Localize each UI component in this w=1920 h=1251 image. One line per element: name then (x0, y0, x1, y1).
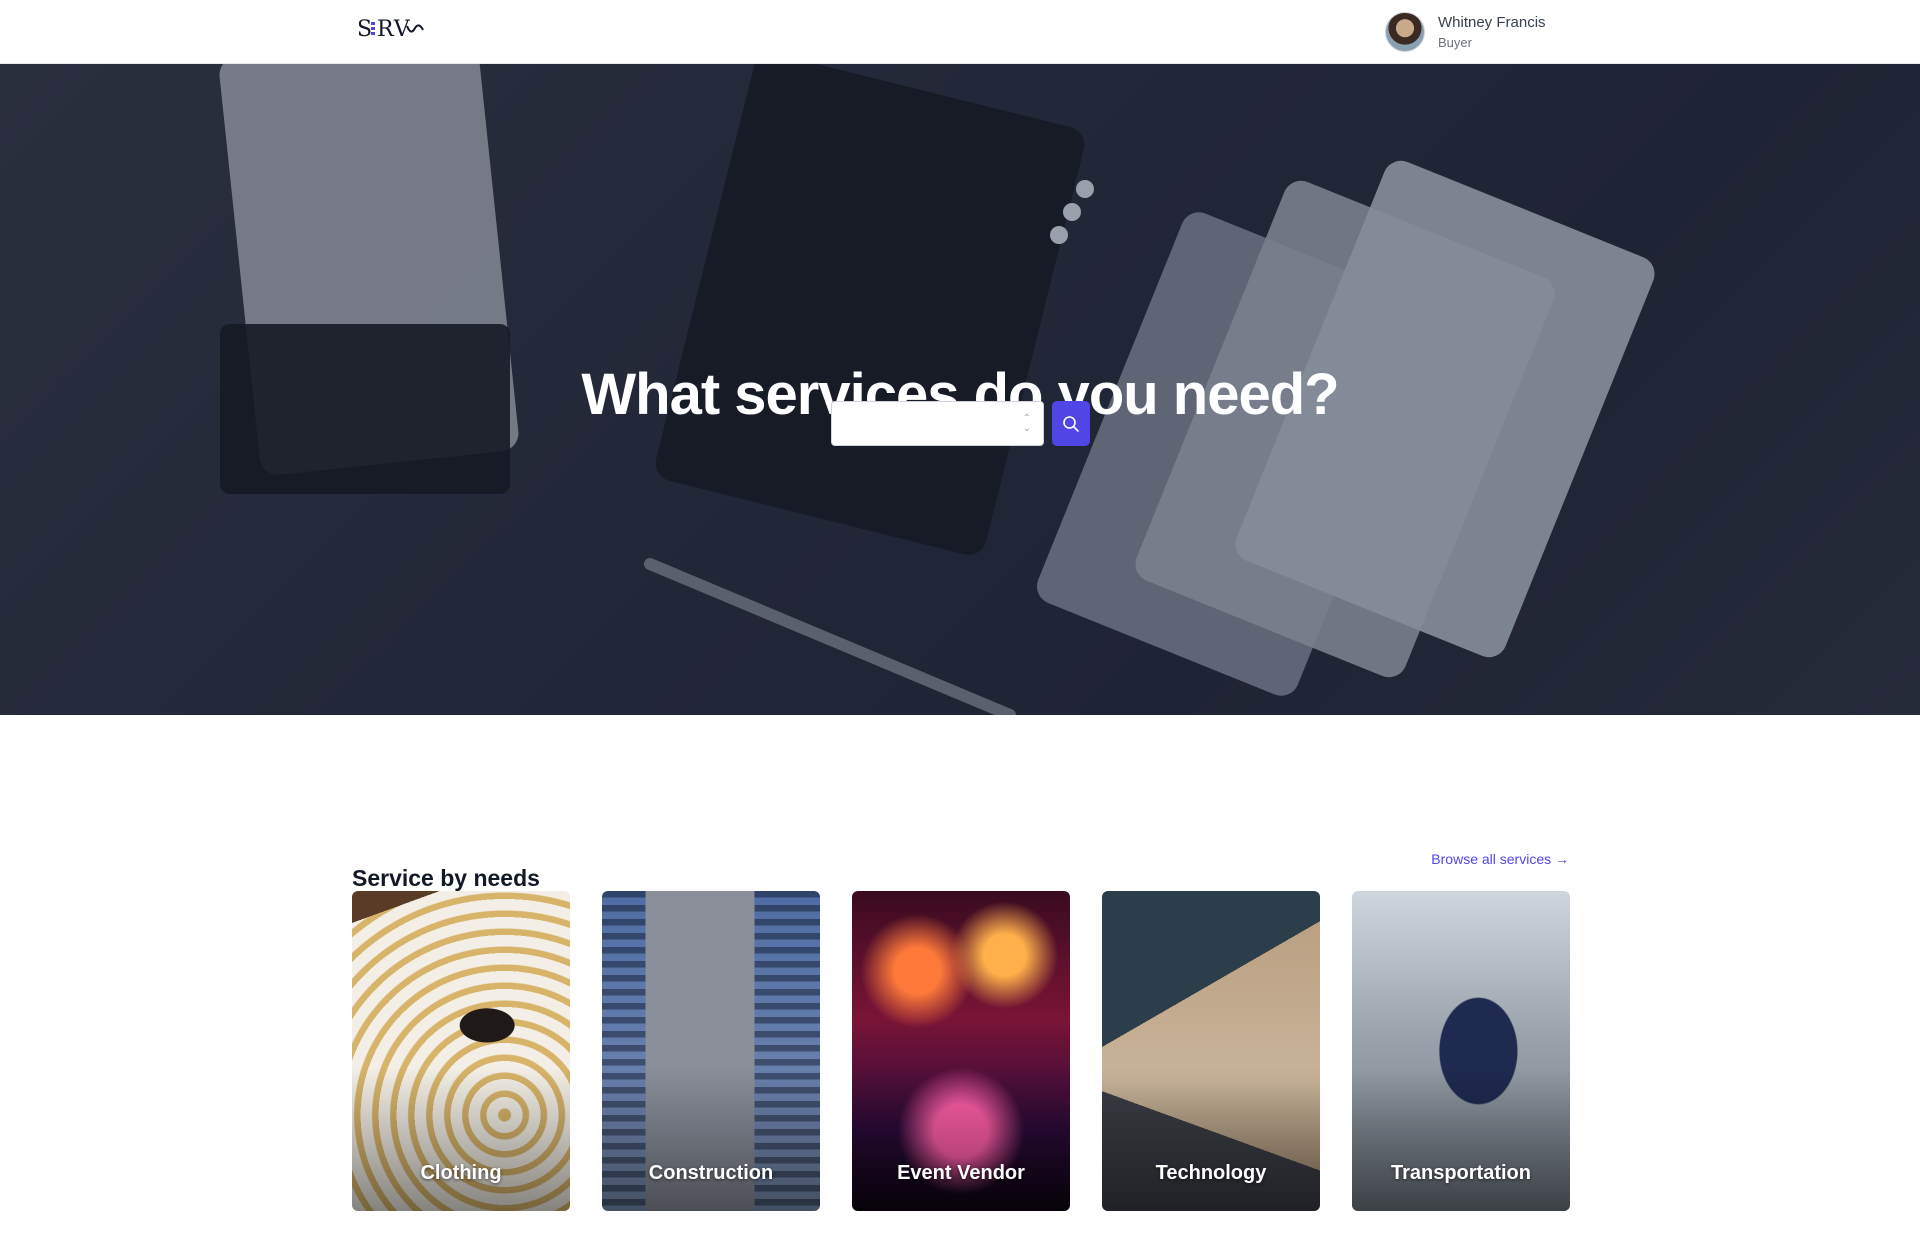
category-label: Transportation (1390, 1162, 1531, 1184)
brand-logo-mark: S RV (357, 17, 424, 42)
top-navbar: S RV Whitney Francis Buyer (0, 0, 1920, 64)
category-card-transportation[interactable]: Transportation (1352, 891, 1570, 1211)
profile-text: Whitney Francis Buyer (1438, 14, 1546, 51)
search-button[interactable] (1052, 401, 1090, 446)
browse-all-services-link[interactable]: Browse all services → (1431, 851, 1569, 867)
category-card-construction[interactable]: Construction (602, 891, 820, 1211)
category-card-technology[interactable]: Technology (1102, 891, 1320, 1211)
section-title: Service by needs (352, 865, 540, 892)
category-label: Event Vendor (897, 1162, 1025, 1184)
category-card-event-vendor[interactable]: Event Vendor (852, 891, 1070, 1211)
svg-text:RV: RV (377, 17, 411, 42)
user-profile-menu[interactable]: Whitney Francis Buyer (1385, 12, 1546, 52)
search-icon (1063, 415, 1079, 432)
search-bar: ⌃ ⌄ (831, 401, 1090, 446)
category-label: Construction (648, 1162, 774, 1184)
category-label: Technology (1155, 1162, 1267, 1184)
category-card-clothing[interactable]: Clothing (352, 891, 570, 1211)
hero-banner: What services do you need? ⌃ ⌄ (0, 64, 1920, 715)
svg-text:S: S (357, 17, 373, 42)
avatar[interactable] (1385, 12, 1425, 52)
brand-logo[interactable]: S RV (357, 16, 427, 42)
user-role: Buyer (1438, 34, 1472, 50)
service-category-list: Clothing Construction Event Vendor Techn… (352, 891, 1570, 1211)
category-label: Clothing (420, 1162, 502, 1184)
select-updown-icon: ⌃ ⌄ (1022, 413, 1031, 434)
user-name: Whitney Francis (1438, 13, 1546, 31)
service-search-select[interactable]: ⌃ ⌄ (831, 401, 1044, 446)
